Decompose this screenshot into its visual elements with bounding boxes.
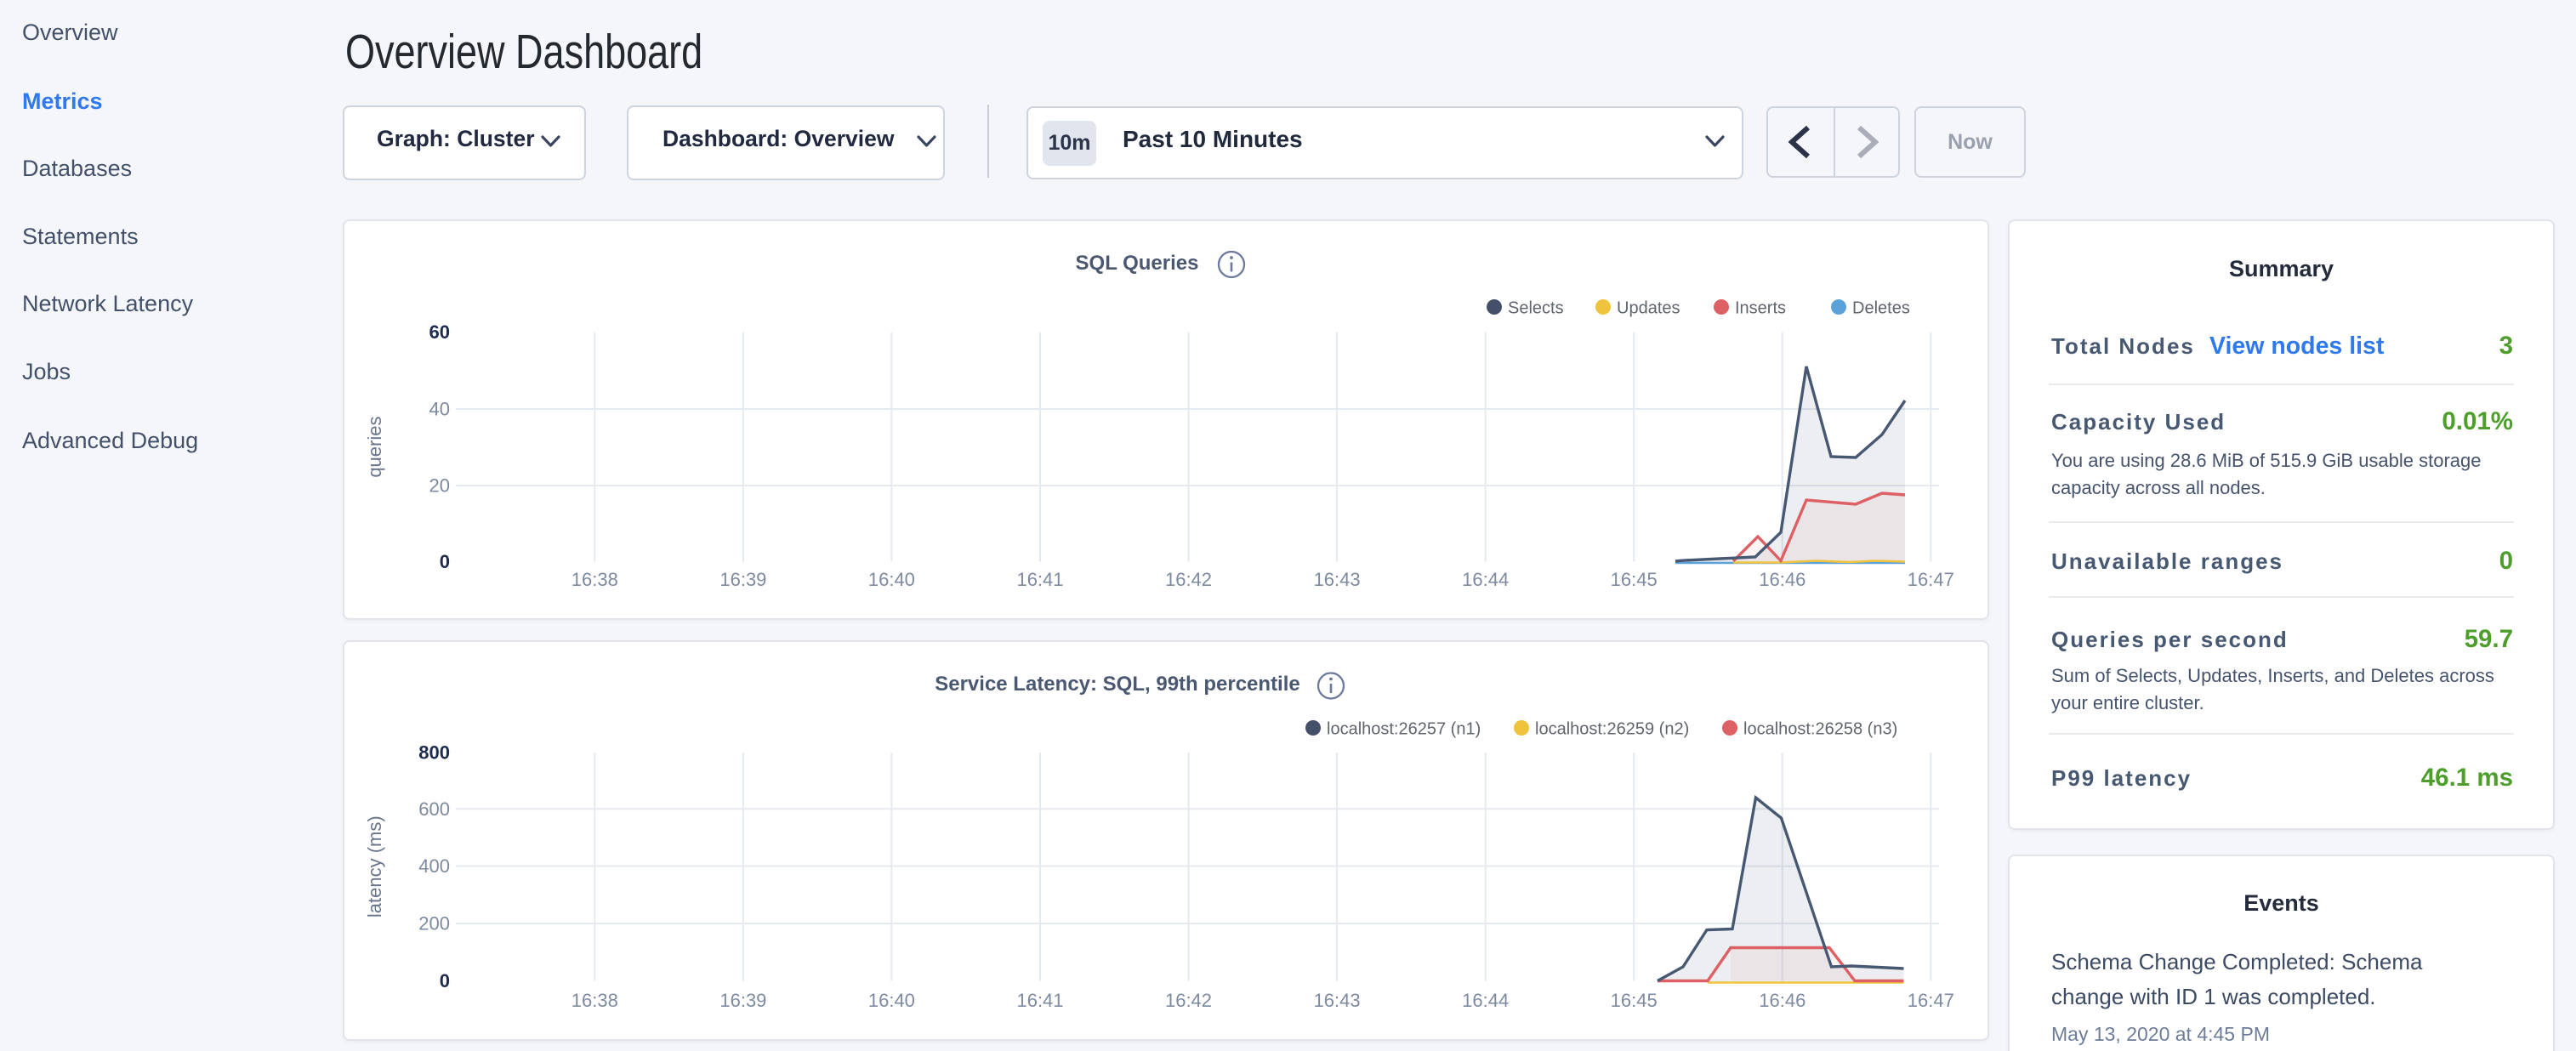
svg-text:16:40: 16:40 <box>868 569 915 590</box>
svg-text:16:43: 16:43 <box>1314 569 1361 590</box>
svg-text:localhost:26259 (n2): localhost:26259 (n2) <box>1535 720 1689 739</box>
svg-text:16:41: 16:41 <box>1016 569 1063 590</box>
svg-text:20: 20 <box>429 475 450 497</box>
svg-text:localhost:26258 (n3): localhost:26258 (n3) <box>1743 720 1897 739</box>
svg-text:0: 0 <box>440 551 450 572</box>
svg-text:16:42: 16:42 <box>1165 569 1212 590</box>
svg-text:16:39: 16:39 <box>719 990 766 1011</box>
svg-text:16:43: 16:43 <box>1314 990 1361 1011</box>
svg-text:16:46: 16:46 <box>1759 569 1805 590</box>
svg-text:16:38: 16:38 <box>571 990 618 1011</box>
svg-text:16:41: 16:41 <box>1016 990 1063 1011</box>
svg-text:16:42: 16:42 <box>1165 990 1212 1011</box>
svg-text:16:45: 16:45 <box>1611 990 1658 1011</box>
svg-text:Selects: Selects <box>1508 299 1564 318</box>
svg-text:16:39: 16:39 <box>719 569 766 590</box>
svg-text:localhost:26257 (n1): localhost:26257 (n1) <box>1327 720 1481 739</box>
svg-text:16:38: 16:38 <box>571 569 618 590</box>
svg-text:queries: queries <box>364 417 385 478</box>
svg-text:60: 60 <box>429 321 450 343</box>
svg-text:Deletes: Deletes <box>1852 299 1910 318</box>
svg-text:800: 800 <box>418 742 450 764</box>
svg-text:latency (ms): latency (ms) <box>364 815 385 917</box>
svg-text:Updates: Updates <box>1617 299 1680 318</box>
svg-text:16:47: 16:47 <box>1908 569 1954 590</box>
svg-text:40: 40 <box>429 399 450 420</box>
svg-text:16:45: 16:45 <box>1611 569 1658 590</box>
svg-text:16:44: 16:44 <box>1462 569 1509 590</box>
svg-text:0: 0 <box>440 970 450 991</box>
svg-text:16:47: 16:47 <box>1908 990 1954 1011</box>
svg-text:16:40: 16:40 <box>868 990 915 1011</box>
svg-text:SQL Queries: SQL Queries <box>1076 252 1199 275</box>
svg-text:16:46: 16:46 <box>1759 990 1805 1011</box>
svg-text:600: 600 <box>418 798 450 820</box>
svg-text:200: 200 <box>418 913 450 935</box>
svg-text:400: 400 <box>418 855 450 877</box>
svg-text:Service Latency: SQL, 99th per: Service Latency: SQL, 99th percentile <box>935 673 1300 696</box>
svg-text:Inserts: Inserts <box>1735 299 1786 318</box>
svg-text:16:44: 16:44 <box>1462 990 1509 1011</box>
